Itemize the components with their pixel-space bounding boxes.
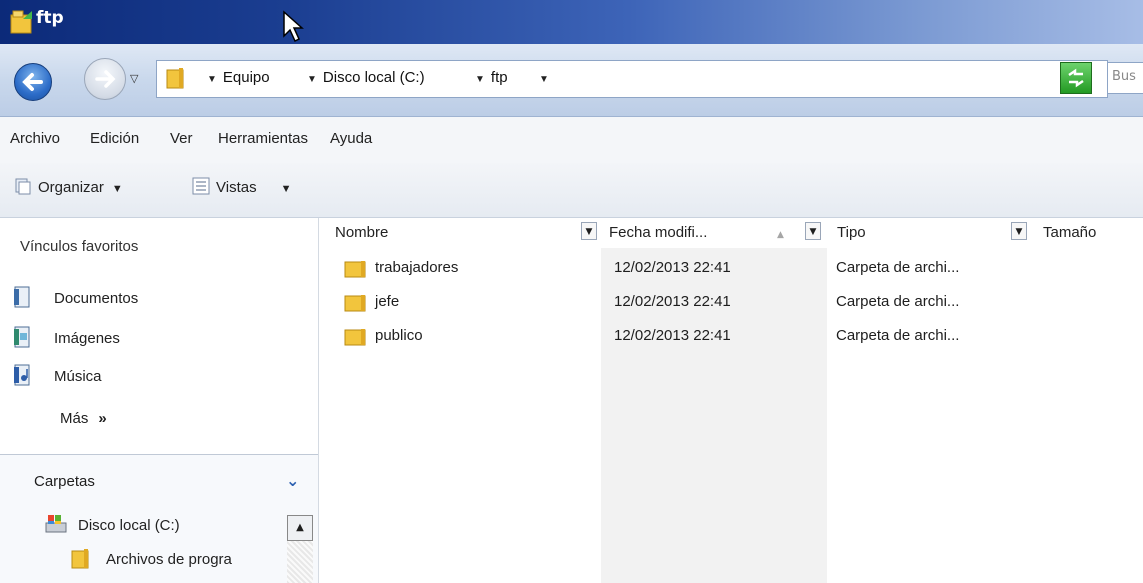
- recent-pages-dropdown[interactable]: ▽: [130, 72, 138, 85]
- file-name: publico: [375, 327, 423, 344]
- scrollbar-track[interactable]: [287, 541, 313, 583]
- column-header-tamano[interactable]: Tamaño: [1043, 224, 1096, 248]
- views-icon: [192, 177, 210, 195]
- sort-ascending-icon: ▲: [777, 230, 784, 240]
- address-toolbar: ▽ ▼Equipo ▼Disco local (C:) ▼ftp ▼ ▼ Bus: [0, 44, 1143, 117]
- column-filter-tipo[interactable]: ▼: [1011, 222, 1027, 240]
- file-date: 12/02/2013 22:41: [614, 259, 731, 276]
- folder-icon: [344, 329, 366, 346]
- menu-bar: Archivo Edición Ver Herramientas Ayuda: [0, 117, 1143, 163]
- file-row[interactable]: jefe 12/02/2013 22:41 Carpeta de archi..…: [319, 290, 1143, 316]
- file-name: jefe: [375, 293, 400, 310]
- forward-arrow-icon: [95, 70, 116, 88]
- tree-item-disco-local[interactable]: Disco local (C:): [44, 513, 180, 535]
- refresh-icon: [1068, 68, 1084, 88]
- column-header-tipo[interactable]: Tipo: [837, 224, 866, 248]
- navigation-pane: Vínculos favoritos Documentos Imágenes M…: [0, 218, 319, 583]
- column-header-fecha[interactable]: Fecha modifi...: [609, 224, 707, 248]
- local-disk-icon: [45, 515, 67, 533]
- back-button[interactable]: [14, 63, 52, 101]
- favorite-imagenes[interactable]: Imágenes: [12, 326, 120, 348]
- collapse-chevron-icon[interactable]: ⌄: [286, 471, 299, 490]
- file-list: Nombre ▼ Fecha modifi... ▲ ▼ Tipo ▼ Tama…: [319, 218, 1143, 583]
- breadcrumb-dropdown[interactable]: ▼: [539, 69, 555, 86]
- double-chevron-icon: »: [98, 410, 107, 427]
- music-icon: [14, 364, 30, 386]
- organize-button[interactable]: Organizar ▼: [14, 177, 123, 196]
- folder-icon: [344, 295, 366, 312]
- folder-icon: [166, 68, 184, 89]
- file-row[interactable]: publico 12/02/2013 22:41 Carpeta de arch…: [319, 324, 1143, 350]
- column-filter-fecha[interactable]: ▼: [805, 222, 821, 240]
- menu-edicion[interactable]: Edición: [90, 130, 139, 147]
- file-date: 12/02/2013 22:41: [614, 293, 731, 310]
- title-bar: ftp: [0, 0, 1143, 44]
- folders-section: Carpetas ⌄ Disco local (C:) Archivos de …: [0, 455, 318, 583]
- organize-icon: [15, 178, 31, 195]
- mouse-cursor-icon: [283, 10, 304, 43]
- folder-icon: [10, 10, 32, 34]
- favorite-musica[interactable]: Música: [12, 364, 102, 386]
- refresh-button[interactable]: [1060, 62, 1092, 94]
- folder-icon: [344, 261, 366, 278]
- breadcrumb-ftp[interactable]: ▼ ftp: [475, 69, 508, 86]
- column-filter-nombre[interactable]: ▼: [581, 222, 597, 240]
- command-bar: Organizar ▼ Vistas ▼: [0, 163, 1143, 218]
- file-date: 12/02/2013 22:41: [614, 327, 731, 344]
- menu-archivo[interactable]: Archivo: [10, 130, 60, 147]
- favorite-documentos[interactable]: Documentos: [12, 286, 138, 308]
- address-field[interactable]: ▼Equipo ▼Disco local (C:) ▼ftp ▼ ▼: [156, 60, 1108, 98]
- folders-title[interactable]: Carpetas: [34, 473, 95, 490]
- more-favorites-link[interactable]: Más»: [60, 410, 107, 427]
- pictures-icon: [14, 326, 30, 348]
- file-type: Carpeta de archi...: [836, 293, 960, 310]
- tree-item-archivos-de-programa[interactable]: Archivos de progra: [70, 547, 232, 569]
- menu-ver[interactable]: Ver: [170, 130, 193, 147]
- file-type: Carpeta de archi...: [836, 259, 960, 276]
- forward-button[interactable]: [84, 58, 126, 100]
- column-header-nombre[interactable]: Nombre: [335, 224, 388, 248]
- folder-icon: [71, 549, 89, 569]
- views-button[interactable]: Vistas ▼: [192, 177, 291, 196]
- file-row[interactable]: trabajadores 12/02/2013 22:41 Carpeta de…: [319, 256, 1143, 282]
- window-title: ftp: [36, 8, 64, 28]
- back-arrow-icon: [22, 73, 43, 91]
- breadcrumb-equipo[interactable]: ▼ Equipo: [207, 69, 270, 86]
- scroll-up-button[interactable]: ▲: [287, 515, 313, 541]
- menu-herramientas[interactable]: Herramientas: [218, 130, 308, 147]
- search-input[interactable]: Bus: [1107, 62, 1143, 94]
- favorites-title: Vínculos favoritos: [20, 238, 139, 255]
- file-type: Carpeta de archi...: [836, 327, 960, 344]
- menu-ayuda[interactable]: Ayuda: [330, 130, 372, 147]
- documents-icon: [14, 286, 30, 308]
- breadcrumb-disco-local[interactable]: ▼ Disco local (C:): [307, 69, 425, 86]
- file-name: trabajadores: [375, 259, 459, 276]
